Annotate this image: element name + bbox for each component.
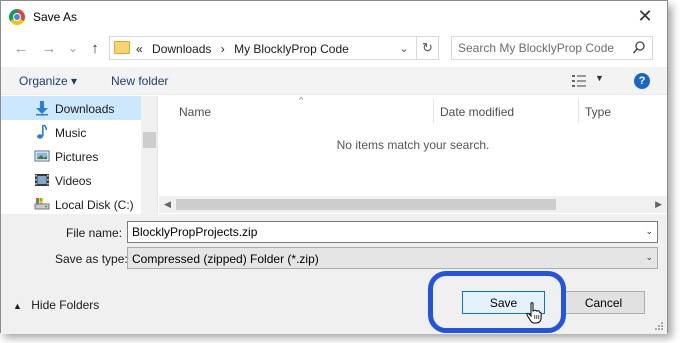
resize-grip-icon[interactable] — [654, 321, 664, 331]
window-title: Save As — [33, 10, 78, 24]
videos-icon — [35, 174, 49, 186]
sidebar-item-label: Videos — [55, 174, 92, 188]
local-disk-icon — [34, 198, 50, 210]
breadcrumb-separator: › — [220, 42, 225, 56]
search-input[interactable] — [458, 40, 628, 56]
search-box[interactable] — [451, 36, 653, 60]
music-note-icon — [37, 124, 47, 139]
chrome-icon — [9, 9, 25, 25]
refresh-icon[interactable]: ↻ — [416, 37, 438, 59]
column-header-label: Date modified — [440, 105, 515, 119]
save-as-dialog: Save As ✕ ← → ⌄ ↑ « Downloads › My Block… — [0, 0, 668, 334]
sidebar-item-label: Music — [55, 126, 87, 140]
column-header-label: Type — [585, 105, 612, 119]
save-as-type-dropdown-icon[interactable]: ⌄ — [645, 252, 653, 263]
mouse-pointer-hand-icon — [526, 302, 542, 324]
sidebar-item-local-disk[interactable]: Local Disk (C:) — [1, 192, 141, 214]
scrollbar-thumb[interactable] — [143, 132, 156, 148]
save-as-type-label: Save as type: — [55, 252, 128, 266]
sidebar-item-music[interactable]: Music — [1, 120, 141, 144]
sidebar-item-label: Pictures — [55, 150, 99, 164]
breadcrumb-current-folder[interactable]: My BlocklyProp Code — [234, 42, 349, 56]
breadcrumb-downloads[interactable]: Downloads — [152, 42, 211, 56]
column-header-type[interactable]: Type — [579, 99, 667, 123]
scroll-right-icon[interactable]: ▶ — [655, 199, 662, 210]
sort-ascending-icon: ^ — [299, 95, 304, 105]
back-arrow-icon[interactable]: ← — [11, 37, 31, 59]
pictures-icon — [34, 150, 50, 162]
save-as-type-select[interactable]: Compressed (zipped) Folder (*.zip) ⌄ — [127, 247, 658, 269]
save-as-type-value: Compressed (zipped) Folder (*.zip) — [132, 252, 319, 266]
close-button[interactable]: ✕ — [623, 1, 667, 32]
command-toolbar: Organize ▾ New folder ▼ ? — [1, 67, 667, 95]
download-arrow-icon — [36, 101, 48, 116]
recent-locations-chevron-icon[interactable]: ⌄ — [63, 37, 83, 59]
new-folder-button[interactable]: New folder — [111, 74, 168, 88]
scroll-left-icon[interactable]: ◀ — [164, 199, 171, 210]
empty-list-message: No items match your search. — [336, 138, 490, 152]
filename-combobox[interactable]: ⌄ — [127, 221, 658, 243]
horizontal-scrollbar[interactable]: ◀ ▶ — [159, 196, 667, 213]
sidebar-item-label: Local Disk (C:) — [55, 198, 134, 212]
hide-folders-label: Hide Folders — [31, 298, 100, 312]
breadcrumb-overflow[interactable]: « — [136, 42, 143, 56]
help-icon[interactable]: ? — [634, 73, 650, 89]
column-header-name[interactable]: ^ Name — [159, 95, 434, 123]
forward-arrow-icon[interactable]: → — [39, 37, 59, 59]
hide-folders-button[interactable]: ▲ Hide Folders — [13, 298, 99, 312]
sidebar-item-downloads[interactable]: Downloads — [1, 96, 141, 120]
breadcrumb: « Downloads › My BlocklyProp Code — [136, 42, 355, 56]
sidebar-item-pictures[interactable]: Pictures — [1, 144, 141, 168]
address-dropdown-icon[interactable]: ⌄ — [396, 40, 412, 56]
scrollbar-thumb[interactable] — [176, 199, 556, 210]
title-bar: Save As ✕ — [1, 1, 667, 32]
sidebar-item-label: Downloads — [55, 102, 115, 116]
address-bar[interactable]: « Downloads › My BlocklyProp Code ⌄ ↻ — [109, 36, 439, 60]
navigation-pane: Downloads Music Pictures Videos Local Di… — [1, 96, 158, 214]
navigation-bar: ← → ⌄ ↑ « Downloads › My BlocklyProp Cod… — [1, 34, 667, 64]
search-icon[interactable] — [632, 40, 646, 56]
organize-button[interactable]: Organize ▾ — [19, 74, 77, 88]
file-list: ^ Name Date modified Type No items match… — [159, 95, 667, 214]
filename-input[interactable] — [132, 225, 632, 239]
folder-icon — [114, 41, 130, 54]
save-options-panel: File name: ⌄ Save as type: Compressed (z… — [1, 214, 667, 334]
filename-label: File name: — [66, 226, 123, 240]
sidebar-item-videos[interactable]: Videos — [1, 168, 141, 192]
sidebar-scrollbar[interactable] — [141, 96, 157, 214]
chevron-up-icon: ▲ — [13, 301, 22, 311]
filename-dropdown-icon[interactable]: ⌄ — [645, 226, 653, 237]
cancel-button[interactable]: Cancel — [562, 291, 645, 314]
column-header-label: Name — [179, 105, 212, 119]
view-dropdown-icon[interactable]: ▼ — [595, 73, 604, 83]
column-header-date-modified[interactable]: Date modified — [434, 99, 579, 123]
view-options-icon[interactable] — [571, 74, 587, 88]
up-arrow-icon[interactable]: ↑ — [85, 37, 105, 59]
